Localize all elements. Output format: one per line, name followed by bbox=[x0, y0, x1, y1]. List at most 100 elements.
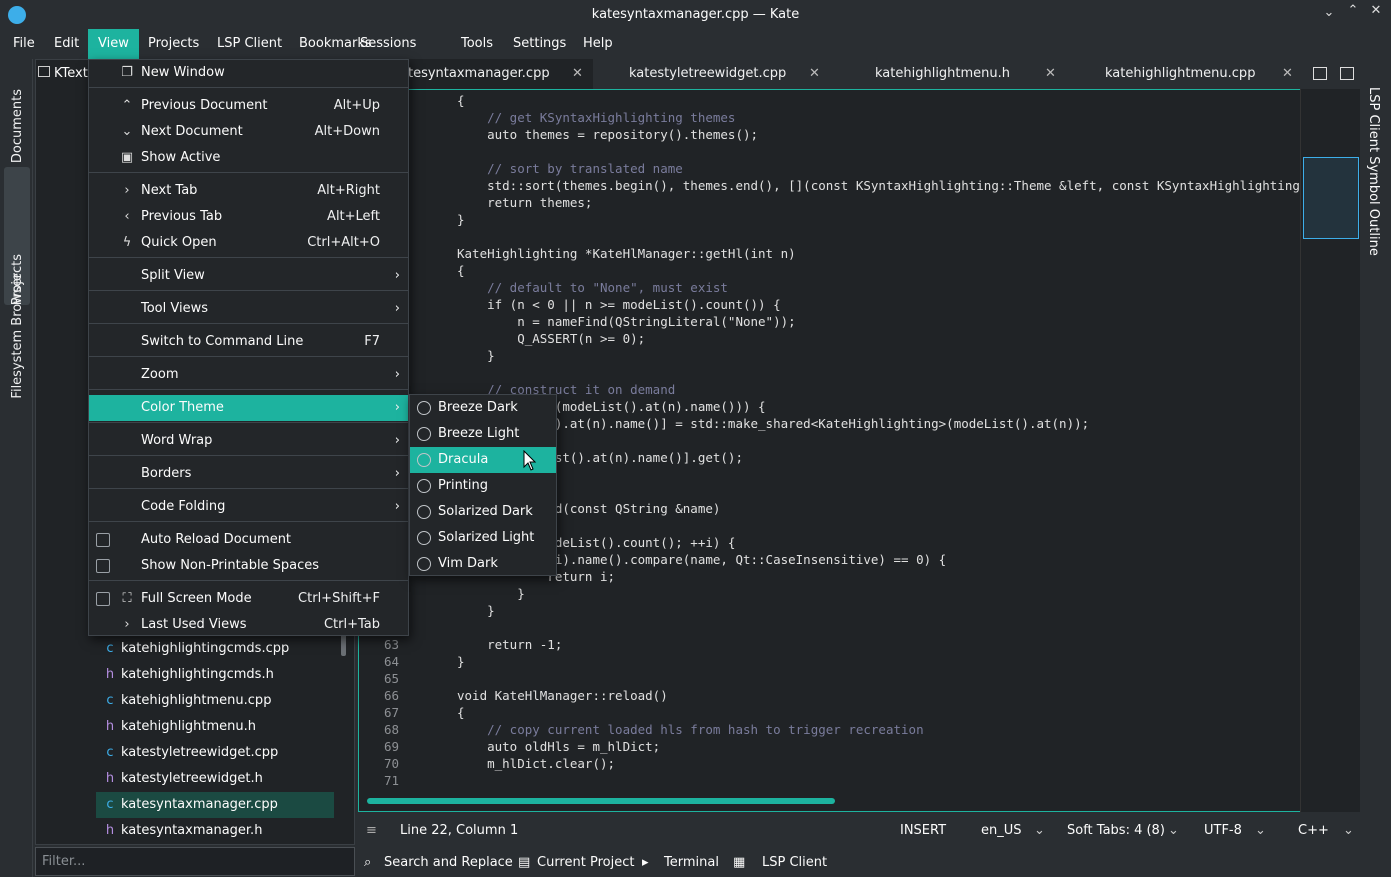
lsp-client-button[interactable]: LSP Client bbox=[762, 855, 827, 870]
code-line[interactable]: } bbox=[457, 653, 465, 670]
tree-file-selected[interactable]: c katesyntaxmanager.cpp bbox=[96, 792, 334, 818]
radio-button[interactable] bbox=[417, 557, 431, 571]
maximize-button[interactable]: ⌃ bbox=[1345, 3, 1361, 21]
menu-item-code-folding[interactable]: Code Folding › bbox=[89, 494, 408, 520]
encoding-select[interactable]: UTF-8 bbox=[1204, 823, 1242, 838]
code-line[interactable]: n = nameFind(QStringLiteral("None")); bbox=[457, 313, 795, 330]
radio-button[interactable] bbox=[417, 453, 431, 467]
code-line[interactable]: return themes; bbox=[457, 194, 592, 211]
close-tab-icon[interactable]: ✕ bbox=[809, 59, 820, 89]
tree-file[interactable]: h katestyletreewidget.h bbox=[36, 766, 336, 792]
tab-katehighlightmenu-h[interactable]: katehighlightmenu.h ✕ bbox=[875, 59, 1075, 89]
tree-file[interactable]: h katehighlightingcmds.h bbox=[36, 662, 336, 688]
menu-item-borders[interactable]: Borders › bbox=[89, 461, 408, 487]
menu-item-next-document[interactable]: ⌄ Next Document Alt+Down bbox=[89, 119, 408, 145]
tree-filter-input[interactable]: Filter... bbox=[35, 847, 355, 876]
code-line[interactable]: if (n < 0 || n >= modeList().count()) { bbox=[457, 296, 781, 313]
radio-button[interactable] bbox=[417, 401, 431, 415]
radio-button[interactable] bbox=[417, 531, 431, 545]
menu-item-non-printable[interactable]: Show Non-Printable Spaces bbox=[89, 553, 408, 579]
current-project-button[interactable]: Current Project bbox=[537, 855, 634, 870]
menu-item-previous-tab[interactable]: ‹ Previous Tab Alt+Left bbox=[89, 204, 408, 230]
menu-view[interactable]: View bbox=[88, 29, 139, 59]
menu-item-full-screen[interactable]: ⛶ Full Screen Mode Ctrl+Shift+F bbox=[89, 586, 408, 612]
code-line[interactable]: { bbox=[457, 262, 465, 279]
code-line[interactable]: } bbox=[457, 211, 465, 228]
minimap[interactable] bbox=[1300, 89, 1360, 812]
tree-file[interactable]: c katehighlightingcmds.cpp bbox=[36, 636, 336, 662]
menu-item-show-active[interactable]: ▣ Show Active bbox=[89, 145, 408, 171]
cursor-position[interactable]: Line 22, Column 1 bbox=[400, 823, 518, 838]
code-line[interactable]: { bbox=[457, 92, 465, 109]
tab-katehighlightmenu-cpp[interactable]: katehighlightmenu.cpp ✕ bbox=[1105, 59, 1305, 89]
close-window-button[interactable]: ✕ bbox=[1368, 3, 1384, 21]
terminal-button[interactable]: Terminal bbox=[664, 855, 719, 870]
menu-item-next-tab[interactable]: › Next Tab Alt+Right bbox=[89, 178, 408, 204]
code-line[interactable]: // copy current loaded hls from hash to … bbox=[457, 721, 924, 738]
code-line[interactable]: } bbox=[457, 585, 525, 602]
theme-vim-dark[interactable]: Vim Dark bbox=[410, 551, 556, 577]
close-tab-icon[interactable]: ✕ bbox=[1282, 59, 1293, 89]
menu-item-zoom[interactable]: Zoom › bbox=[89, 362, 408, 388]
code-line[interactable]: KateHighlighting *KateHlManager::getHl(i… bbox=[457, 245, 796, 262]
horizontal-scrollbar[interactable] bbox=[367, 798, 835, 804]
menu-item-quick-open[interactable]: ϟ Quick Open Ctrl+Alt+O bbox=[89, 230, 408, 256]
tree-file[interactable]: h katehighlightmenu.h bbox=[36, 714, 336, 740]
checkbox[interactable] bbox=[96, 533, 110, 547]
menu-item-color-theme[interactable]: Color Theme › bbox=[89, 395, 408, 421]
menu-settings[interactable]: Settings bbox=[503, 29, 576, 59]
radio-button[interactable] bbox=[417, 427, 431, 441]
syntax-mode-select[interactable]: C++ bbox=[1298, 823, 1329, 838]
code-line[interactable]: void KateHlManager::reload() bbox=[457, 687, 668, 704]
tab-filesystem-browser[interactable]: Filesystem Browser bbox=[4, 253, 30, 399]
status-menu-icon[interactable]: ≡ bbox=[366, 823, 377, 838]
theme-breeze-dark[interactable]: Breeze Dark bbox=[410, 395, 556, 421]
menu-item-split-view[interactable]: Split View › bbox=[89, 263, 408, 289]
code-line[interactable]: Q_ASSERT(n >= 0); bbox=[457, 330, 645, 347]
code-line[interactable]: return -1; bbox=[457, 636, 562, 653]
menu-item-new-window[interactable]: ❐ New Window bbox=[89, 60, 408, 86]
menu-item-tool-views[interactable]: Tool Views › bbox=[89, 296, 408, 322]
code-line[interactable]: // get KSyntaxHighlighting themes bbox=[457, 109, 735, 126]
input-mode[interactable]: INSERT bbox=[900, 823, 946, 838]
theme-breeze-light[interactable]: Breeze Light bbox=[410, 421, 556, 447]
search-replace-button[interactable]: Search and Replace bbox=[384, 855, 513, 870]
code-line[interactable]: } bbox=[457, 602, 495, 619]
theme-solarized-light[interactable]: Solarized Light bbox=[410, 525, 556, 551]
menu-item-previous-document[interactable]: ⌃ Previous Document Alt+Up bbox=[89, 93, 408, 119]
tree-file[interactable]: c katestyletreewidget.cpp bbox=[36, 740, 336, 766]
menu-lsp-client[interactable]: LSP Client bbox=[207, 29, 292, 59]
indentation-select[interactable]: Soft Tabs: 4 (8) bbox=[1067, 823, 1165, 838]
code-line[interactable]: } bbox=[457, 347, 495, 364]
menu-item-last-used-views[interactable]: › Last Used Views Ctrl+Tab bbox=[89, 612, 408, 638]
code-line[interactable]: // default to "None", must exist bbox=[457, 279, 728, 296]
code-line[interactable]: auto themes = repository().themes(); bbox=[457, 126, 758, 143]
radio-button[interactable] bbox=[417, 479, 431, 493]
code-line[interactable]: m_hlDict.clear(); bbox=[457, 755, 615, 772]
menu-tools[interactable]: Tools bbox=[451, 29, 503, 59]
radio-button[interactable] bbox=[417, 505, 431, 519]
split-view-icon[interactable] bbox=[1340, 67, 1354, 80]
code-line[interactable]: auto oldHls = m_hlDict; bbox=[457, 738, 660, 755]
theme-printing[interactable]: Printing bbox=[410, 473, 556, 499]
menu-help[interactable]: Help bbox=[573, 29, 623, 59]
tree-file[interactable]: c katehighlightmenu.cpp bbox=[36, 688, 336, 714]
menu-item-word-wrap[interactable]: Word Wrap › bbox=[89, 428, 408, 454]
tab-katesyntaxmanager-cpp[interactable]: tesyntaxmanager.cpp ✕ bbox=[408, 59, 593, 89]
close-tab-icon[interactable]: ✕ bbox=[1045, 59, 1056, 89]
theme-solarized-dark[interactable]: Solarized Dark bbox=[410, 499, 556, 525]
dictionary-select[interactable]: en_US bbox=[981, 823, 1022, 838]
tab-documents[interactable]: Documents bbox=[4, 63, 30, 163]
checkbox[interactable] bbox=[96, 592, 110, 606]
menu-item-auto-reload[interactable]: Auto Reload Document bbox=[89, 527, 408, 553]
code-line[interactable]: std::sort(themes.begin(), themes.end(), … bbox=[457, 177, 1300, 194]
tree-file[interactable]: h katesyntaxmanager.h bbox=[36, 818, 336, 844]
minimap-viewport[interactable] bbox=[1303, 157, 1359, 239]
menu-edit[interactable]: Edit bbox=[44, 29, 89, 59]
tab-katestyletreewidget-cpp[interactable]: katestyletreewidget.cpp ✕ bbox=[629, 59, 829, 89]
menu-sessions[interactable]: Sessions bbox=[350, 29, 426, 59]
menu-file[interactable]: File bbox=[3, 29, 45, 59]
menu-projects[interactable]: Projects bbox=[138, 29, 209, 59]
code-line[interactable]: { bbox=[457, 704, 465, 721]
tab-lsp-symbol-outline[interactable]: LSP Client Symbol Outline bbox=[1366, 87, 1381, 256]
